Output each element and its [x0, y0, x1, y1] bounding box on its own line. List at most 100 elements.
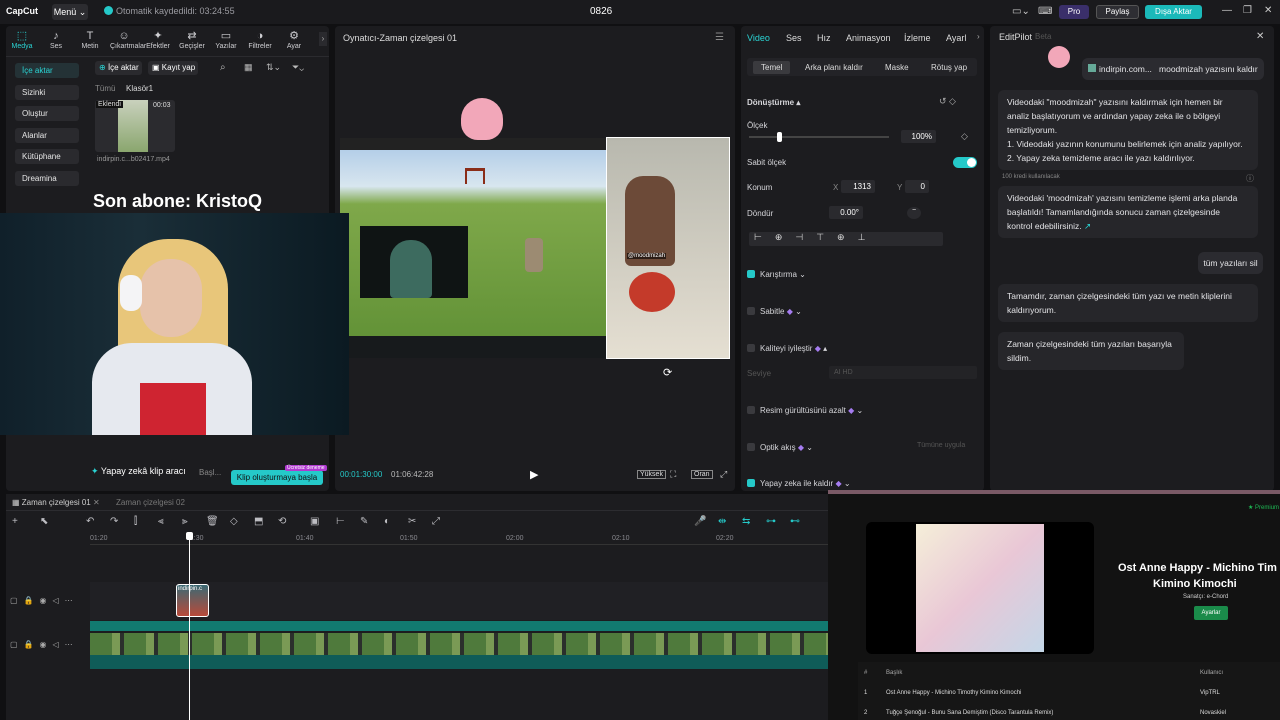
sidebar-item[interactable]: Kütüphane [15, 149, 79, 164]
main-video-track[interactable] [90, 633, 828, 655]
import-button[interactable]: ⊕ İçe aktar [95, 61, 142, 75]
level-select[interactable]: AI HD [829, 366, 977, 379]
filter-all[interactable]: Tümü [95, 84, 115, 93]
share-button[interactable]: Paylaş [1096, 5, 1139, 19]
tab-ses[interactable]: ♪ Ses [42, 30, 70, 50]
audio-track[interactable] [90, 655, 828, 669]
prop-tab[interactable]: Ses [786, 33, 802, 43]
keyframe-icon[interactable]: ◇ [961, 131, 968, 142]
media-clip-card[interactable]: Eklendi 00:03 [95, 100, 175, 152]
pink-sticker[interactable] [461, 98, 503, 140]
trim-icon[interactable]: ⊢ [336, 516, 345, 527]
select-icon[interactable]: ⬉ [40, 516, 48, 527]
split-icon[interactable]: ⫿ [134, 516, 137, 527]
tab-çıkartmalar[interactable]: ☺ Çıkartmalar [110, 30, 146, 50]
fit-icon[interactable]: ⤢ [432, 516, 440, 527]
enhance-row[interactable]: Kaliteyi iyileştir ◆ ▴ [747, 344, 977, 353]
ai-clip-tool[interactable]: ✦ Yapay zekâ klip aracı [91, 466, 186, 477]
freeze-icon[interactable]: ▣ [310, 516, 319, 527]
ai-remove-row[interactable]: Yapay zeka ile kaldır ◆ ⌄ [747, 479, 977, 488]
pos-y-input[interactable]: 0 [905, 180, 929, 193]
play-icon[interactable]: ▶ [530, 468, 538, 481]
add-icon[interactable]: + [12, 516, 18, 527]
prop-tab[interactable]: Animasyon [846, 33, 891, 43]
blend-row[interactable]: Karıştırma ⌄ [747, 270, 977, 279]
edit-icon[interactable]: ✎ [360, 516, 368, 527]
scale-value[interactable]: 100% [901, 130, 936, 143]
denoise-row[interactable]: Resim gürültüsünü azalt ◆ ⌄ [747, 406, 977, 415]
apply-all-button[interactable]: Tümüne uygula [917, 442, 965, 449]
snap-icon[interactable]: ⇆ [742, 516, 750, 527]
scale-slider-thumb[interactable] [777, 132, 782, 142]
record-button[interactable]: ▣ Kayıt yap [148, 61, 198, 75]
follow-button[interactable]: Ayarlar [1194, 606, 1228, 620]
mic-icon[interactable]: 🎤 [694, 516, 706, 527]
layout-icon[interactable]: ▭⌄ [1012, 6, 1030, 17]
menu-button[interactable]: Menü ⌄ [52, 4, 88, 20]
row-1-title[interactable]: Ost Anne Happy - Michino Timothy Kimino … [886, 690, 1021, 696]
delete-icon[interactable]: 🗑 [206, 516, 219, 527]
tab-medya[interactable]: ⬚ Medya [8, 30, 36, 50]
prop-tab[interactable]: İzleme [904, 33, 931, 43]
ratio-button[interactable]: Oran [691, 470, 713, 479]
text-track[interactable] [90, 621, 828, 631]
prop-tab[interactable]: Video [747, 33, 770, 43]
sidebar-item[interactable]: Dreamina [15, 170, 79, 186]
color-icon[interactable]: ◐ [384, 516, 390, 527]
auto-icon[interactable]: ⟲ [278, 516, 286, 527]
pro-button[interactable]: Pro [1059, 5, 1089, 19]
selected-clip-frame[interactable]: @moodmizah [606, 137, 730, 359]
sidebar-item[interactable]: Oluştur [15, 106, 79, 121]
minimize-icon[interactable]: — [1222, 5, 1232, 16]
prop-subtab[interactable]: Maske [885, 63, 909, 72]
redo-icon[interactable]: ↷ [110, 516, 118, 527]
quality-button[interactable]: Yüksek [637, 470, 666, 479]
clip-create-button[interactable]: Klip oluşturmaya başla [231, 470, 323, 485]
reset-icon[interactable]: ↺ ◇ [939, 96, 956, 107]
prop-subtab[interactable]: Temel [753, 61, 791, 74]
scale-slider[interactable] [749, 132, 889, 142]
filter-folder[interactable]: Klasör1 [126, 84, 153, 93]
video-frame[interactable] [340, 138, 608, 358]
search-icon[interactable]: ⌕ [220, 62, 226, 73]
timeline-tab-1[interactable]: ▦ Zaman çizelgesi 01 ✕ [12, 498, 100, 507]
split-right-icon[interactable]: ⫸ [182, 516, 188, 527]
track-1-controls[interactable]: ▢🔒◉◁⋯ [10, 596, 79, 605]
keyboard-icon[interactable]: ⌨ [1038, 6, 1052, 17]
zoom-icon[interactable]: ⊷ [790, 516, 800, 527]
sidebar-item[interactable]: İçe aktar [15, 63, 79, 78]
crop-icon[interactable]: ⬒ [254, 516, 263, 527]
fit-icon[interactable]: ⛶ [670, 469, 676, 480]
tabs-next-icon[interactable]: › [319, 32, 327, 46]
fixed-scale-toggle[interactable] [953, 157, 977, 168]
sidebar-item[interactable]: Alanlar [15, 127, 79, 143]
track-2-controls[interactable]: ▢🔒◉◁⋯ [10, 640, 79, 649]
timeline-tab-2[interactable]: Zaman çizelgesi 02 [116, 498, 185, 507]
tab-yazılar[interactable]: ▭ Yazılar [212, 30, 240, 50]
tab-efektler[interactable]: ✦ Efektler [144, 30, 172, 50]
tab-filtreler[interactable]: ◑ Filtreler [246, 30, 274, 50]
timeline-clip-small[interactable]: indirpin.c [176, 584, 209, 617]
sort-icon[interactable]: ⇅⌄ [266, 62, 281, 73]
fullscreen-icon[interactable]: ⤢ [720, 469, 727, 480]
grid-view-icon[interactable]: ▦ [244, 62, 253, 73]
prop-subtab[interactable]: Rötuş yap [931, 63, 967, 72]
align-toolbar[interactable]: ⊢⊕⊣⊤⊕⊥ [749, 232, 943, 246]
undo-icon[interactable]: ↶ [86, 516, 94, 527]
close-icon[interactable]: ✕ [1264, 5, 1272, 16]
tabs-more-icon[interactable]: › [977, 32, 980, 41]
prop-tab[interactable]: Ayarl [946, 33, 966, 43]
rotate-dial[interactable]: − [907, 207, 921, 219]
split-left-icon[interactable]: ⫷ [158, 516, 164, 527]
pos-x-input[interactable]: 1313 [841, 180, 875, 193]
preview-icon[interactable]: ⊶ [766, 516, 776, 527]
filter-icon[interactable]: ⏷⌄ [292, 62, 304, 73]
tab-metin[interactable]: T Metin [76, 30, 104, 50]
prop-subtab[interactable]: Arka planı kaldır [805, 63, 863, 72]
stabilize-row[interactable]: Sabitle ◆ ⌄ [747, 307, 977, 316]
maximize-icon[interactable]: ❐ [1243, 5, 1252, 16]
player-menu-icon[interactable]: ☰ [715, 32, 724, 43]
link-icon[interactable]: ↗ [1084, 221, 1091, 231]
export-button[interactable]: Dışa Aktar [1145, 5, 1202, 19]
row-2-title[interactable]: Tuğçe Şenoğul - Bunu Sana Demiştim (Disc… [886, 710, 1053, 716]
